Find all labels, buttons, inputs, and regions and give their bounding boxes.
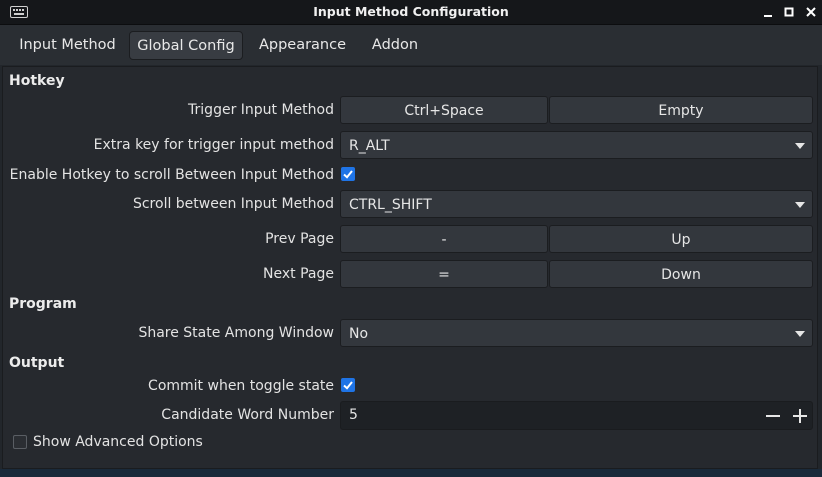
checkmark-icon: [343, 170, 353, 179]
candidate-number-value[interactable]: 5: [349, 402, 358, 429]
minimize-icon[interactable]: [759, 3, 777, 21]
chevron-down-icon: [795, 202, 805, 208]
scroll-between-combo[interactable]: CTRL_SHIFT: [340, 190, 813, 218]
tab-bar: Input Method Global Config Appearance Ad…: [0, 25, 822, 65]
tab-appearance[interactable]: Appearance: [250, 31, 355, 60]
trigger-input-method-label: Trigger Input Method: [188, 102, 334, 118]
program-section-title: Program: [9, 296, 77, 312]
tab-addon[interactable]: Addon: [362, 31, 428, 60]
chevron-down-icon: [795, 331, 805, 337]
minus-icon[interactable]: [761, 404, 785, 428]
extra-key-combo[interactable]: R_ALT: [340, 131, 813, 159]
commit-toggle-label: Commit when toggle state: [148, 378, 334, 394]
show-advanced-label[interactable]: Show Advanced Options: [33, 434, 203, 450]
candidate-number-label: Candidate Word Number: [161, 407, 334, 423]
show-advanced-checkbox[interactable]: [13, 435, 27, 449]
next-page-key-primary-button[interactable]: =: [340, 260, 548, 288]
tab-input-method[interactable]: Input Method: [10, 31, 125, 60]
enable-scroll-checkbox[interactable]: [341, 167, 355, 181]
share-state-combo[interactable]: No: [340, 319, 813, 347]
checkmark-icon: [343, 381, 353, 390]
commit-toggle-checkbox[interactable]: [341, 378, 355, 392]
desktop-background-strip: [0, 469, 822, 477]
next-page-key-secondary-button[interactable]: Down: [549, 260, 813, 288]
prev-page-key-primary-button[interactable]: -: [340, 225, 548, 253]
trigger-key-primary-button[interactable]: Ctrl+Space: [340, 96, 548, 124]
tab-global-config[interactable]: Global Config: [129, 31, 243, 60]
prev-page-key-secondary-button[interactable]: Up: [549, 225, 813, 253]
close-icon[interactable]: [802, 3, 820, 21]
extra-key-value: R_ALT: [349, 138, 390, 154]
candidate-number-spinbox[interactable]: 5: [340, 401, 813, 430]
share-state-label: Share State Among Window: [138, 325, 334, 341]
output-section-title: Output: [9, 355, 65, 371]
next-page-label: Next Page: [263, 266, 334, 282]
plus-icon[interactable]: [788, 404, 812, 428]
trigger-key-secondary-button[interactable]: Empty: [549, 96, 813, 124]
title-bar: Input Method Configuration: [0, 0, 822, 25]
extra-key-label: Extra key for trigger input method: [93, 137, 334, 153]
maximize-icon[interactable]: [780, 3, 798, 21]
prev-page-label: Prev Page: [265, 231, 334, 247]
chevron-down-icon: [795, 143, 805, 149]
window-title: Input Method Configuration: [313, 4, 509, 19]
scroll-between-label: Scroll between Input Method: [132, 196, 334, 212]
share-state-value: No: [349, 326, 369, 342]
enable-scroll-label: Enable Hotkey to scroll Between Input Me…: [9, 167, 334, 183]
scroll-between-value: CTRL_SHIFT: [349, 197, 432, 213]
hotkey-section-title: Hotkey: [9, 73, 65, 89]
